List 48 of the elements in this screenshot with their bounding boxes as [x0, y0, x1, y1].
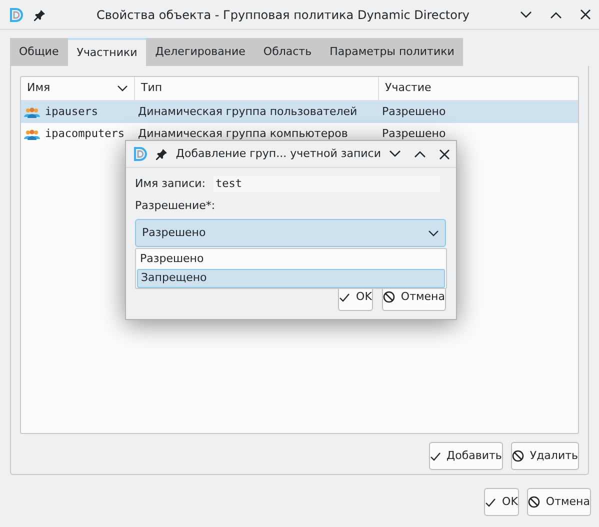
table-cell: Разрешено [382, 104, 446, 118]
maximize-icon[interactable] [414, 150, 426, 158]
close-icon[interactable] [439, 148, 450, 160]
table-row[interactable]: ipacomputers Динамическая группа компьютеров Разрешено [21, 123, 578, 145]
tab[interactable]: Область [254, 38, 321, 66]
table-row[interactable]: ipausers Динамическая группа пользователей Разрешено [21, 101, 578, 123]
dialog-title: Добавление груп... учетной записи [176, 146, 381, 162]
close-icon[interactable] [580, 9, 591, 20]
caret-icon [428, 230, 439, 236]
table-cell: Динамическая группа компьютеров [138, 126, 348, 140]
column-header[interactable]: Тип [135, 77, 379, 100]
check-icon [485, 498, 496, 506]
ok-button[interactable]: OK [484, 488, 519, 516]
tab[interactable]: Участники [68, 38, 146, 66]
dropdown-option[interactable]: Разрешено [137, 250, 445, 269]
minimize-icon[interactable] [520, 10, 532, 18]
tab[interactable]: Параметры политики [320, 38, 464, 66]
pin-icon[interactable] [34, 8, 46, 20]
field-label: Разрешение*: [135, 198, 216, 214]
table-cell: Разрешено [382, 126, 446, 140]
tab[interactable]: Делегирование [146, 38, 254, 66]
group-icon [24, 106, 40, 118]
table-cell-text: ipausers [45, 104, 98, 120]
cancel-icon [528, 496, 540, 508]
app-logo-icon [8, 6, 24, 22]
pin-icon[interactable] [156, 148, 168, 160]
group-icon [24, 128, 40, 140]
name-field[interactable]: test [213, 176, 440, 192]
column-header[interactable]: Участие [379, 77, 438, 100]
check-icon [339, 292, 350, 302]
remove-button[interactable]: Удалить [510, 442, 579, 470]
cancel-icon [512, 450, 524, 462]
table-cell-text: ipacomputers [45, 126, 124, 142]
add-button[interactable]: Добавить [428, 442, 503, 470]
check-icon [430, 452, 440, 460]
column-header[interactable]: Имя [21, 77, 135, 100]
cancel-icon [382, 291, 395, 303]
field-label: Имя записи: [135, 176, 206, 192]
sort-caret-icon [117, 85, 128, 92]
permission-combo[interactable]: Разрешено [135, 219, 446, 247]
table-cell: Динамическая группа пользователей [138, 104, 358, 118]
tab[interactable]: Общие [10, 38, 68, 66]
minimize-icon[interactable] [389, 150, 401, 158]
maximize-icon[interactable] [550, 10, 562, 18]
window-title: Свойства объекта - Групповая политика Dynamic Directory [95, 6, 470, 24]
app-logo-icon [132, 146, 148, 162]
dropdown-option[interactable]: Запрещено [137, 269, 445, 288]
cancel-button[interactable]: Отмена [526, 488, 591, 516]
